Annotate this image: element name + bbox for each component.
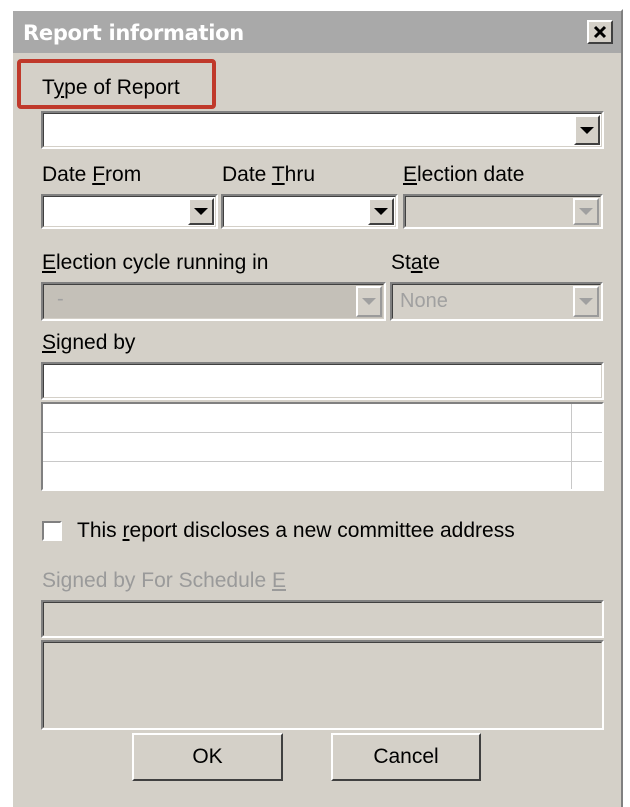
election-cycle-dropdown[interactable]: - [41,282,386,321]
date-from-label: Date From [42,163,142,186]
list-column-divider [571,404,572,489]
state-label: State [391,251,441,274]
election-cycle-dropdown-button[interactable] [356,286,382,317]
close-button[interactable] [587,20,613,44]
signed-by-schedule-e-input[interactable] [41,600,604,638]
list-row-divider [43,432,602,433]
signed-by-label: Signed by [42,331,136,354]
dialog-title: Report information [23,21,244,45]
chevron-down-icon [579,208,593,215]
signed-by-input[interactable] [41,362,604,400]
date-thru-dropdown-button[interactable] [368,198,394,225]
type-of-report-label: Type of Report [42,76,180,99]
election-cycle-label: Election cycle running in [42,251,269,274]
new-address-checkbox[interactable] [42,521,62,541]
election-date-dropdown[interactable] [403,194,603,229]
date-thru-label: Date Thru [222,163,316,186]
chevron-down-icon [374,208,388,215]
date-from-dropdown-button[interactable] [188,198,214,225]
state-dropdown[interactable]: None [390,282,603,321]
signed-by-list[interactable] [41,402,604,491]
title-bar[interactable]: Report information [13,11,621,53]
chevron-down-icon [580,126,594,134]
new-address-label[interactable]: This report discloses a new committee ad… [77,519,515,543]
election-date-label: Election date [403,163,525,186]
close-icon [593,25,607,39]
date-from-dropdown[interactable] [41,194,218,229]
cancel-button[interactable]: Cancel [331,733,481,781]
date-thru-dropdown[interactable] [221,194,398,229]
signed-by-schedule-e-label: Signed by For Schedule E [42,569,286,592]
chevron-down-icon [579,298,593,305]
chevron-down-icon [194,208,208,215]
state-dropdown-button[interactable] [573,286,599,317]
list-row-divider [43,461,602,462]
ok-button[interactable]: OK [132,733,283,781]
type-of-report-dropdown[interactable] [41,111,604,149]
chevron-down-icon [362,298,376,305]
type-of-report-dropdown-button[interactable] [574,115,600,145]
signed-by-schedule-e-list[interactable] [41,640,604,730]
election-date-dropdown-button[interactable] [573,198,599,225]
